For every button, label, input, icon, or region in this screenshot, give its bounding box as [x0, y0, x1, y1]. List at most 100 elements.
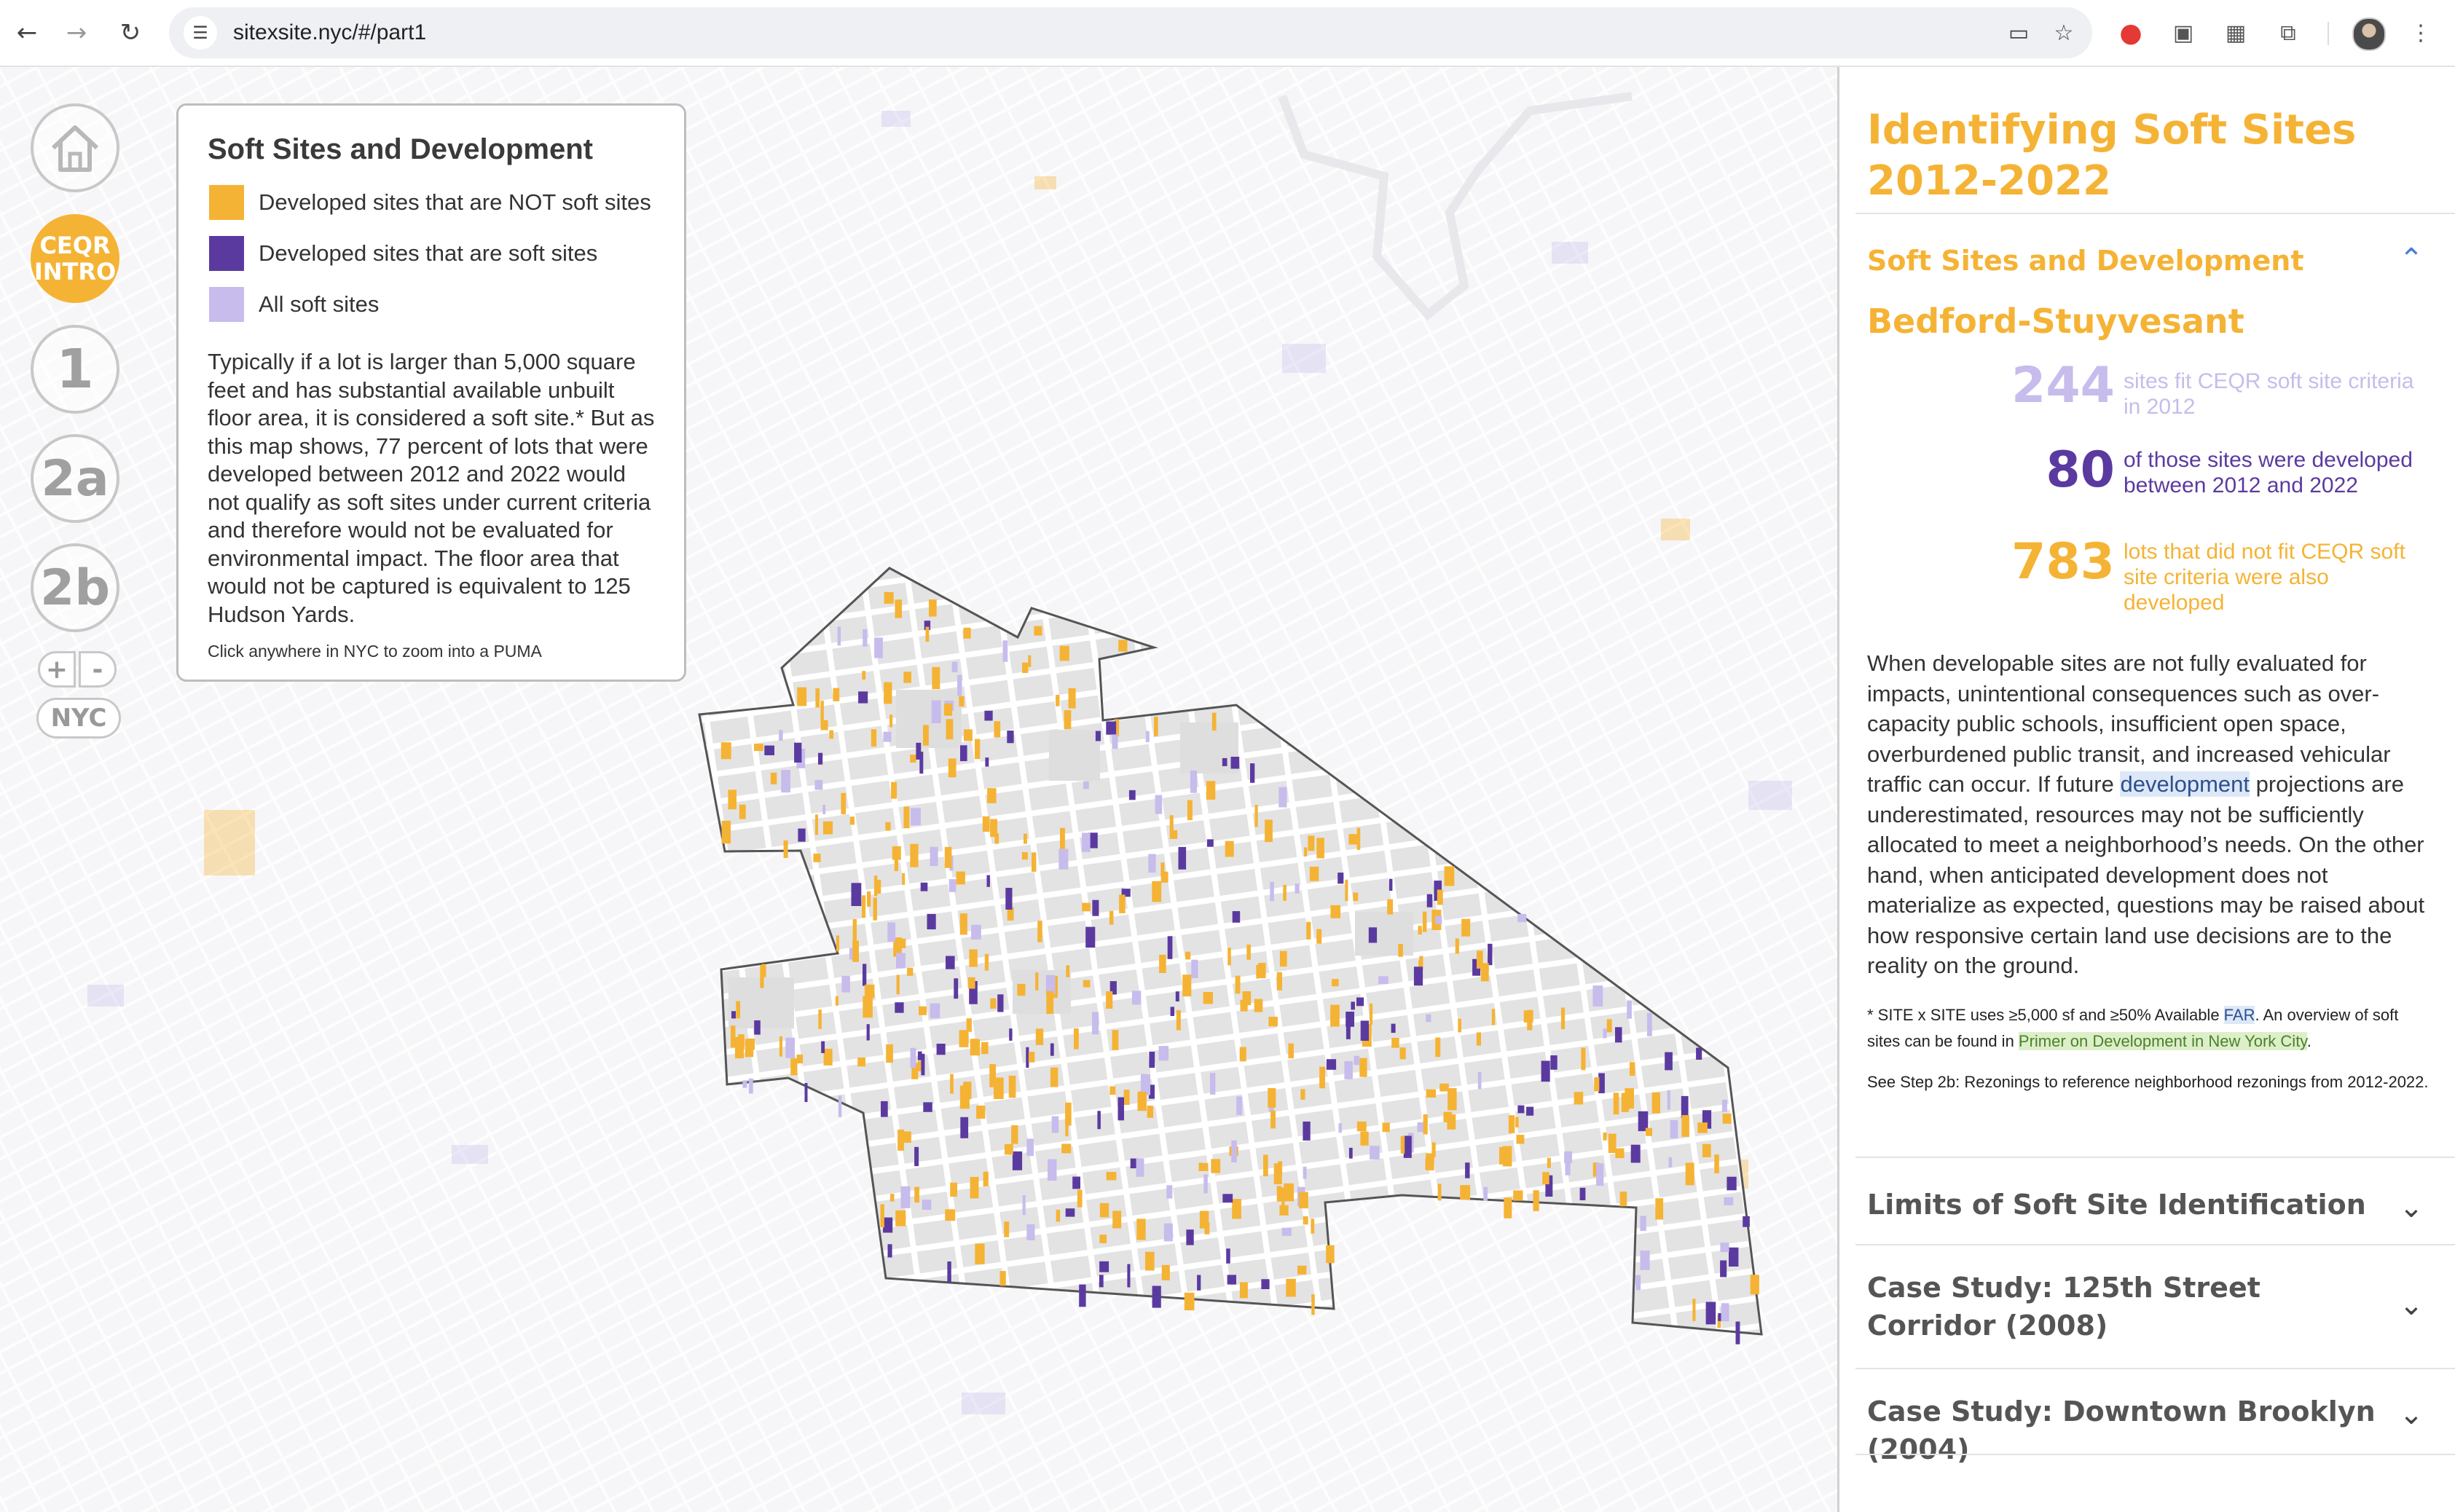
chevron-up-icon[interactable]: ⌃	[2397, 245, 2426, 274]
legend-label: Developed sites that are NOT soft sites	[259, 189, 651, 215]
lot-mark	[1083, 980, 1091, 988]
lot-mark	[920, 882, 928, 891]
lot-mark	[849, 816, 855, 825]
zoom-in-button[interactable]: +	[38, 651, 76, 688]
step-2b-button[interactable]: 2b	[31, 543, 119, 632]
accordion-header-soft-sites[interactable]: Soft Sites and Development	[1867, 245, 2303, 277]
lot-mark	[1299, 1192, 1308, 1209]
lot-mark	[999, 1271, 1006, 1286]
lot-mark	[945, 1209, 956, 1221]
lot-mark	[1106, 991, 1113, 1009]
lot-mark	[976, 1106, 986, 1119]
lot-mark	[748, 1078, 753, 1094]
address-bar[interactable]: ☰ sitexsite.nyc/#/part1 ▭ ☆	[169, 7, 2092, 58]
record-icon[interactable]: ●	[2114, 16, 2148, 50]
puzzle-icon[interactable]: ⧉	[2271, 16, 2305, 50]
lot-mark	[1210, 1073, 1216, 1095]
lot-mark	[884, 682, 892, 704]
nyc-button[interactable]: NYC	[36, 698, 121, 739]
lot-mark	[1231, 1140, 1237, 1162]
lot-mark	[1722, 1114, 1732, 1124]
lot-mark	[863, 996, 873, 1018]
lot-mark	[838, 1095, 842, 1117]
lot-mark	[990, 819, 997, 838]
lot-mark	[1099, 1275, 1104, 1288]
zoom-out-button[interactable]: -	[79, 651, 117, 688]
chevron-down-icon[interactable]: ⌄	[2397, 1400, 2426, 1429]
lot-mark	[754, 744, 763, 752]
home-button[interactable]	[31, 103, 119, 192]
lot-mark	[1623, 1096, 1630, 1110]
tune-icon[interactable]: ☰	[184, 16, 217, 50]
lot-mark	[929, 599, 937, 617]
lot-mark	[1097, 1111, 1101, 1130]
lot-mark	[1235, 975, 1241, 994]
ceqr-intro-button[interactable]: CEQR INTRO	[31, 214, 119, 303]
chevron-down-icon[interactable]: ⌄	[2397, 1193, 2426, 1222]
lot-mark	[1702, 1143, 1711, 1157]
qr-icon[interactable]: ▦	[2219, 16, 2252, 50]
step-1-button[interactable]: 1	[31, 325, 119, 414]
back-arrow-icon[interactable]: ←	[10, 16, 44, 50]
step-2a-button[interactable]: 2a	[31, 434, 119, 523]
far-link[interactable]: FAR	[2223, 1006, 2255, 1024]
lot-mark	[1311, 1294, 1315, 1315]
lot-mark	[1279, 1205, 1289, 1216]
lot-mark	[960, 1117, 969, 1138]
lot-mark	[1227, 1275, 1236, 1285]
lot-mark	[1359, 1058, 1367, 1077]
profile-avatar[interactable]	[2352, 17, 2386, 51]
lot-mark	[910, 1047, 916, 1068]
url-text[interactable]: sitexsite.nyc/#/part1	[233, 20, 426, 45]
lot-mark	[1161, 1264, 1170, 1280]
accordion-header-downtown-brooklyn[interactable]: Case Study: Downtown Brooklyn (2004)	[1867, 1393, 2377, 1468]
lot-mark	[1176, 1009, 1181, 1031]
lot-mark	[1651, 1092, 1660, 1114]
lot-mark	[754, 1020, 761, 1035]
section-body: When developable sites are not fully eva…	[1867, 648, 2435, 981]
lot-mark	[764, 745, 774, 755]
forward-arrow-icon[interactable]: →	[60, 16, 93, 50]
lot-mark	[1387, 899, 1394, 915]
lot-mark	[964, 729, 973, 741]
lot-mark	[1026, 1138, 1034, 1157]
lot-mark	[1175, 991, 1179, 1001]
lot-mark	[1056, 695, 1060, 706]
lot-mark	[1109, 910, 1114, 925]
reload-icon[interactable]: ↻	[114, 16, 147, 50]
kebab-menu-icon[interactable]: ⋮	[2404, 16, 2438, 50]
lot-mark	[1009, 1028, 1013, 1041]
lot-mark	[969, 949, 978, 967]
lot-mark	[1211, 712, 1217, 731]
chevron-down-icon[interactable]: ⌄	[2397, 1291, 2426, 1320]
lot-mark	[858, 691, 868, 704]
toolbar-divider	[2328, 22, 2329, 45]
lot-mark	[873, 875, 878, 897]
lot-mark	[1077, 1189, 1083, 1208]
lot-mark	[1426, 1089, 1436, 1098]
lot-mark	[1630, 1144, 1641, 1163]
lot-mark	[739, 804, 746, 819]
lot-mark	[1360, 1131, 1369, 1146]
primer-link[interactable]: Primer on Development in New York City	[2018, 1032, 2307, 1050]
lot-mark	[1152, 1285, 1161, 1308]
lot-mark	[1697, 1122, 1708, 1133]
body-text-2: projections are underestimated, resource…	[1867, 771, 2425, 978]
star-icon[interactable]: ☆	[2049, 17, 2079, 48]
lot-mark	[820, 701, 824, 723]
lot-mark	[1444, 866, 1455, 886]
development-link[interactable]: development	[2120, 771, 2250, 797]
install-app-icon[interactable]: ▭	[2003, 17, 2034, 48]
lot-mark	[1083, 781, 1089, 790]
legend-swatch-not-soft	[209, 185, 244, 220]
lot-mark	[1437, 889, 1443, 905]
accordion-header-125th-street[interactable]: Case Study: 125th Street Corridor (2008)	[1867, 1269, 2377, 1344]
lot-mark	[1398, 944, 1403, 957]
stat-developed-not-soft-value: 783	[2011, 533, 2115, 591]
lot-mark	[841, 975, 850, 993]
lot-mark	[779, 1036, 782, 1057]
lot-mark	[883, 1217, 893, 1233]
extension-icon[interactable]: ▣	[2167, 16, 2200, 50]
lot-mark	[1523, 1010, 1533, 1023]
accordion-header-limits[interactable]: Limits of Soft Site Identification	[1867, 1186, 2377, 1224]
